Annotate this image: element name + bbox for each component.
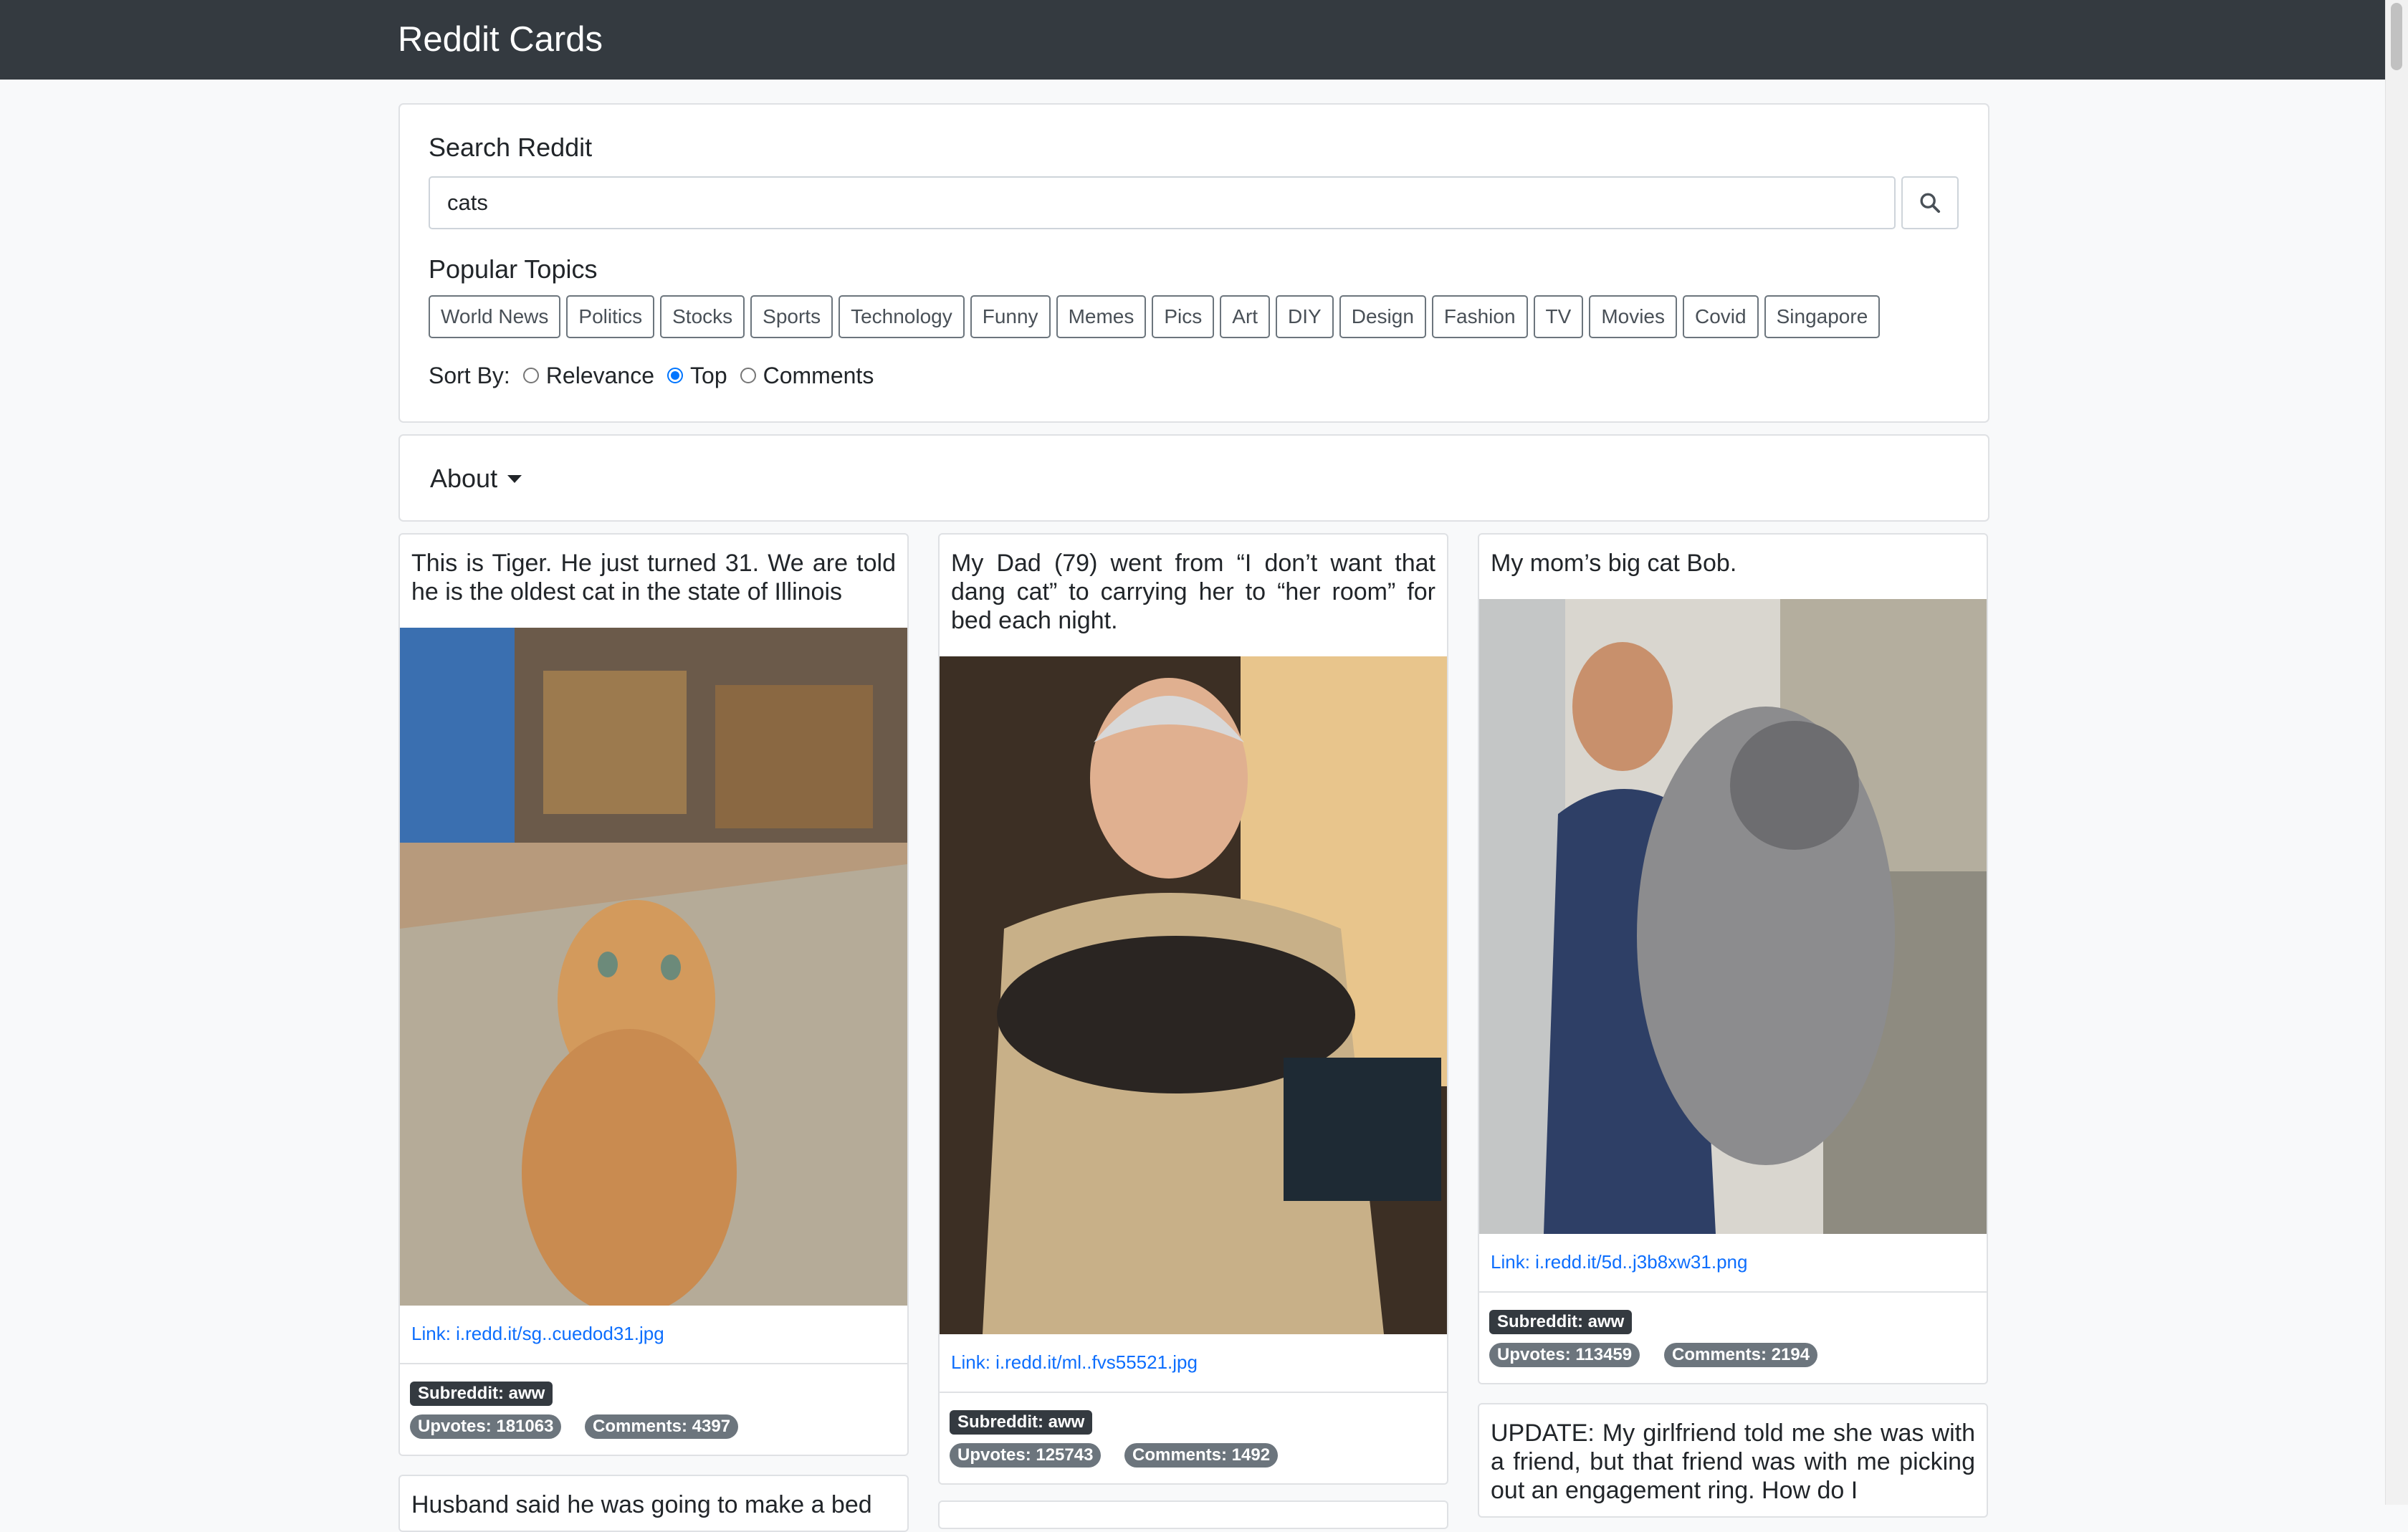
upvotes-badge: Upvotes: 113459 — [1489, 1343, 1640, 1367]
post-card: My mom’s big cat Bob. Link: i.redd.it/5d… — [1478, 533, 1988, 1384]
radio-comments[interactable] — [740, 368, 756, 383]
post-card: Husband said he was going to make a bed — [398, 1475, 909, 1532]
upvotes-badge: Upvotes: 125743 — [950, 1443, 1102, 1468]
page-scrollbar[interactable] — [2385, 0, 2408, 1505]
radio-relevance-label[interactable]: Relevance — [546, 363, 654, 389]
topic-button-stocks[interactable]: Stocks — [660, 295, 745, 338]
post-title: Husband said he was going to make a bed — [411, 1491, 872, 1518]
sort-by-label: Sort By: — [429, 362, 510, 388]
topic-button-politics[interactable]: Politics — [566, 295, 655, 338]
about-panel: About — [398, 434, 1989, 522]
card-divider — [400, 1363, 907, 1364]
post-card: This is Tiger. He just turned 31. We are… — [398, 533, 909, 1456]
topic-button-technology[interactable]: Technology — [838, 295, 965, 338]
post-title: This is Tiger. He just turned 31. We are… — [411, 550, 896, 605]
topic-button-covid[interactable]: Covid — [1683, 295, 1759, 338]
search-input[interactable] — [429, 176, 1896, 229]
upvotes-badge: Upvotes: 181063 — [410, 1414, 562, 1439]
scrollbar-thumb[interactable] — [2391, 3, 2402, 70]
comments-badge: Comments: 1492 — [1124, 1443, 1279, 1468]
caret-down-icon[interactable] — [507, 474, 522, 483]
topic-button-movies[interactable]: Movies — [1589, 295, 1678, 338]
post-card: My Dad (79) went from “I don’t want that… — [938, 533, 1448, 1485]
post-image[interactable] — [400, 628, 907, 1306]
post-image[interactable] — [940, 656, 1447, 1334]
comments-badge: Comments: 4397 — [585, 1414, 739, 1439]
subreddit-badge: Subreddit: aww — [410, 1382, 553, 1406]
radio-top[interactable] — [667, 368, 684, 383]
post-link[interactable]: Link: i.redd.it/5d..j3b8xw31.png — [1491, 1251, 1747, 1273]
subreddit-badge: Subreddit: aww — [950, 1410, 1093, 1435]
post-title: My mom’s big cat Bob. — [1491, 550, 1737, 577]
popular-topics-heading: Popular Topics — [429, 254, 598, 284]
comments-badge: Comments: 2194 — [1664, 1343, 1818, 1367]
about-toggle[interactable]: About — [430, 463, 522, 494]
radio-top-label[interactable]: Top — [690, 363, 727, 389]
about-label[interactable]: About — [430, 463, 497, 494]
search-heading: Search Reddit — [429, 133, 593, 162]
post-link[interactable]: Link: i.redd.it/ml..fvs55521.jpg — [951, 1351, 1198, 1374]
search-button[interactable] — [1901, 176, 1959, 229]
topic-button-singapore[interactable]: Singapore — [1764, 295, 1881, 338]
topic-button-memes[interactable]: Memes — [1056, 295, 1147, 338]
topic-button-diy[interactable]: DIY — [1276, 295, 1334, 338]
radio-comments-label[interactable]: Comments — [763, 363, 874, 389]
topic-buttons: World News Politics Stocks Sports Techno… — [429, 295, 1881, 338]
card-divider — [1479, 1291, 1987, 1293]
topic-button-pics[interactable]: Pics — [1152, 295, 1215, 338]
post-title: My Dad (79) went from “I don’t want that… — [951, 550, 1435, 634]
topic-button-tv[interactable]: TV — [1533, 295, 1584, 338]
card-divider — [940, 1392, 1447, 1393]
radio-relevance[interactable] — [522, 368, 539, 383]
search-panel: Search Reddit Popular Topics World News … — [398, 103, 1989, 423]
top-navbar: Reddit Cards — [0, 0, 2385, 80]
post-link[interactable]: Link: i.redd.it/sg..cuedod31.jpg — [411, 1323, 664, 1345]
post-card: UPDATE: My girlfriend told me she was wi… — [1478, 1403, 1988, 1518]
topic-button-art[interactable]: Art — [1220, 295, 1271, 338]
topic-button-fashion[interactable]: Fashion — [1431, 295, 1528, 338]
post-image[interactable] — [1479, 599, 1987, 1234]
app-title[interactable]: Reddit Cards — [398, 17, 603, 62]
post-card — [938, 1500, 1448, 1529]
topic-button-world-news[interactable]: World News — [429, 295, 561, 338]
topic-button-sports[interactable]: Sports — [750, 295, 833, 338]
subreddit-badge: Subreddit: aww — [1489, 1310, 1633, 1334]
topic-button-funny[interactable]: Funny — [970, 295, 1051, 338]
topic-button-design[interactable]: Design — [1339, 295, 1426, 338]
search-icon — [1920, 193, 1941, 214]
sort-by-row: Sort By: Relevance Top Comments — [429, 360, 874, 391]
post-title: UPDATE: My girlfriend told me she was wi… — [1491, 1420, 1975, 1504]
